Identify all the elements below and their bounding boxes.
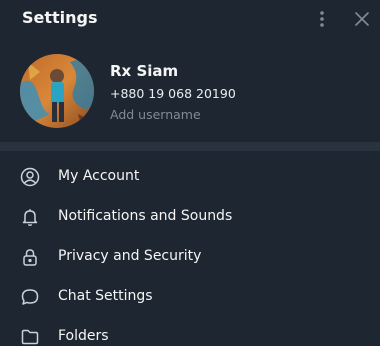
settings-header: Settings <box>0 0 380 38</box>
vertical-dots-icon <box>320 11 324 27</box>
menu-item-chat-settings[interactable]: Chat Settings <box>0 277 380 317</box>
section-divider <box>0 142 380 151</box>
menu-item-privacy[interactable]: Privacy and Security <box>0 237 380 277</box>
lock-icon <box>19 246 41 268</box>
profile-name: Rx Siam <box>110 62 179 80</box>
menu-item-label: Folders <box>58 328 109 344</box>
close-button[interactable] <box>348 5 376 33</box>
settings-panel: Settings Rx Siam +880 19 068 20190 Add u… <box>0 0 380 346</box>
add-username-link[interactable]: Add username <box>110 107 201 122</box>
menu-item-label: Privacy and Security <box>58 248 202 264</box>
menu-item-my-account[interactable]: My Account <box>0 157 380 197</box>
settings-menu: My Account Notifications and Sounds Priv… <box>0 157 380 346</box>
menu-item-notifications[interactable]: Notifications and Sounds <box>0 197 380 237</box>
avatar[interactable] <box>20 54 94 128</box>
chat-bubble-icon <box>19 286 41 308</box>
menu-item-folders[interactable]: Folders <box>0 317 380 346</box>
folder-icon <box>19 326 41 346</box>
bell-icon <box>19 206 41 228</box>
avatar-photo <box>20 54 94 128</box>
menu-item-label: My Account <box>58 168 140 184</box>
profile-section[interactable]: Rx Siam +880 19 068 20190 Add username <box>0 38 380 142</box>
menu-item-label: Notifications and Sounds <box>58 208 233 224</box>
page-title: Settings <box>22 8 98 27</box>
menu-item-label: Chat Settings <box>58 288 153 304</box>
more-menu-button[interactable] <box>308 5 336 33</box>
profile-phone: +880 19 068 20190 <box>110 86 236 101</box>
user-circle-icon <box>19 166 41 188</box>
close-icon <box>355 12 369 26</box>
